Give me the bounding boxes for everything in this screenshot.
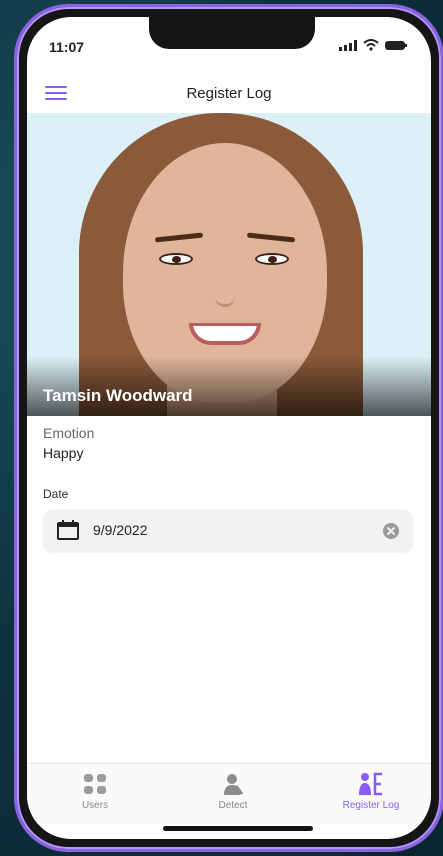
status-icons [339, 39, 407, 51]
home-indicator [163, 826, 313, 831]
date-label: Date [43, 487, 69, 501]
phone-frame: 11:07 Register Log Tamsin Woodward Emoti… [14, 4, 443, 852]
nav-label-register-log: Register Log [342, 800, 400, 811]
date-value: 9/9/2022 [93, 522, 148, 538]
page-title: Register Log [186, 85, 272, 102]
date-field[interactable]: 9/9/2022 [43, 509, 413, 553]
signal-icon [339, 39, 357, 51]
grid-icon [84, 774, 106, 794]
emotion-label: Emotion [43, 425, 95, 441]
emotion-value: Happy [43, 445, 84, 461]
calendar-icon [57, 520, 79, 540]
nav-item-register-log[interactable]: Register Log [321, 772, 421, 811]
profile-name: Tamsin Woodward [43, 386, 193, 405]
person-detect-icon [224, 774, 244, 795]
nav-label-detect: Detect [218, 800, 248, 811]
nav-label-users: Users [81, 800, 109, 811]
clear-icon[interactable] [383, 523, 399, 539]
wifi-icon [363, 39, 379, 51]
bottom-nav: Users Detect Register Log [27, 763, 431, 824]
nav-item-detect[interactable]: Detect [183, 772, 283, 811]
nav-item-users[interactable]: Users [45, 772, 145, 811]
register-log-icon [359, 772, 382, 796]
profile-photo: Tamsin Woodward [27, 113, 431, 416]
battery-icon [385, 40, 407, 50]
status-time: 11:07 [49, 39, 85, 55]
app-bar: Register Log [27, 77, 431, 113]
notch [149, 17, 315, 49]
app-screen: 11:07 Register Log Tamsin Woodward Emoti… [27, 17, 431, 839]
